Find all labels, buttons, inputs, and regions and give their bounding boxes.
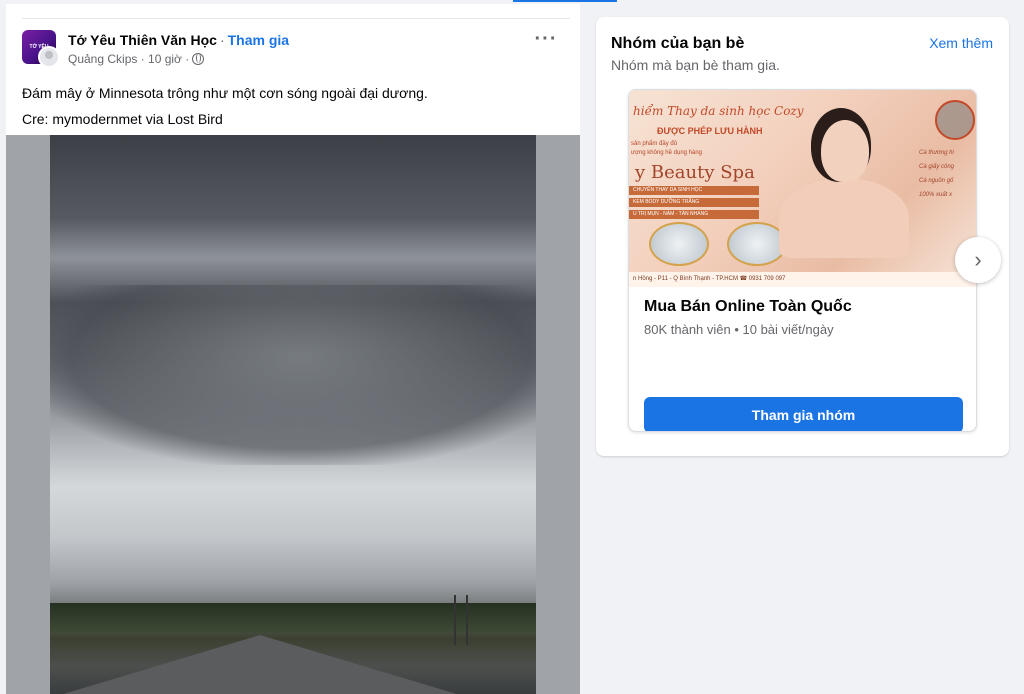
panel-title: Nhóm của bạn bè xyxy=(611,35,745,52)
join-link[interactable]: Tham gia xyxy=(228,32,289,48)
cover-band: U TRỊ MỤN - NÁM - TÀN NHANG xyxy=(629,210,759,219)
separator-dot: · xyxy=(219,32,225,48)
cover-license: ĐƯỢC PHÉP LƯU HÀNH xyxy=(657,126,763,136)
post-caption: Đám mây ở Minnesota trông như một cơn só… xyxy=(22,80,428,132)
cover-band: KEM BODY DƯỠNG TRẮNG xyxy=(629,198,759,207)
cover-small-lines: sản phẩm đầy đủ ượng không hề dụng hàng xyxy=(631,140,702,158)
post-meta: Quảng Ckips · 10 giờ · xyxy=(68,52,205,66)
cover-band: CHUYÊN THAY DA SINH HỌC xyxy=(629,186,759,195)
join-group-button[interactable]: Tham gia nhóm xyxy=(644,397,963,431)
post-divider xyxy=(22,18,570,19)
group-card[interactable]: hiểm Thay da sinh học Cozy ĐƯỢC PHÉP LƯU… xyxy=(628,89,977,432)
group-meta: 80K thành viên • 10 bài viết/ngày xyxy=(644,322,834,337)
group-cover-image[interactable]: hiểm Thay da sinh học Cozy ĐƯỢC PHÉP LƯU… xyxy=(629,90,976,287)
treeline xyxy=(50,603,536,633)
power-pole xyxy=(454,595,456,645)
cover-bullet: Cà thương hi xyxy=(919,150,954,156)
more-options-icon[interactable]: ··· xyxy=(534,29,558,54)
see-more-link[interactable]: Xem thêm xyxy=(929,35,993,51)
active-tab-indicator xyxy=(513,0,617,2)
model-figure xyxy=(779,178,909,258)
cover-bullet: Cà nguồn gố xyxy=(919,178,954,184)
post-header: Tớ Yêu Thiên Văn Học · Tham gia xyxy=(68,32,289,48)
road xyxy=(60,635,460,694)
model-face xyxy=(821,120,869,182)
page-avatar[interactable]: TỚ YÊU xyxy=(22,30,60,68)
power-pole xyxy=(466,595,468,645)
cover-small-line: sản phẩm đầy đủ xyxy=(631,141,678,147)
globe-icon xyxy=(192,53,205,65)
chevron-right-icon[interactable]: › xyxy=(955,237,1001,283)
seal-logo xyxy=(935,100,975,140)
page-name-link[interactable]: Tớ Yêu Thiên Văn Học xyxy=(68,32,217,48)
caption-line: Đám mây ở Minnesota trông như một cơn só… xyxy=(22,85,428,101)
cover-bullets: Cà thương hi Cà giấy công Cà nguồn gố 10… xyxy=(919,146,954,202)
post-media[interactable] xyxy=(6,135,580,694)
post-photo[interactable] xyxy=(50,135,536,694)
cover-script: hiểm Thay da sinh học Cozy xyxy=(633,104,804,118)
product-jar xyxy=(727,222,787,266)
cover-small-line: ượng không hề dụng hàng xyxy=(631,150,703,156)
user-avatar-icon xyxy=(38,46,60,68)
group-name[interactable]: Mua Bán Online Toàn Quốc xyxy=(644,298,852,316)
caption-credit: Cre: mymodernmet via Lost Bird xyxy=(22,111,223,127)
post-meta-text[interactable]: Quảng Ckips · 10 giờ · xyxy=(68,52,189,66)
cover-bullet: Cà giấy công xyxy=(919,164,955,170)
product-jar xyxy=(649,222,709,266)
cover-footer: n Hồng - P11 - Q Bình Thạnh - TP.HCM ☎ 0… xyxy=(629,272,976,287)
cover-spa-name: y Beauty Spa xyxy=(635,162,755,183)
panel-subtitle: Nhóm mà bạn bè tham gia. xyxy=(611,57,780,73)
friends-groups-panel: Nhóm của bạn bè Xem thêm Nhóm mà bạn bè … xyxy=(596,17,1009,456)
cloud-wave xyxy=(50,285,536,465)
feed-post: TỚ YÊU Tớ Yêu Thiên Văn Học · Tham gia Quả… xyxy=(6,4,580,694)
cover-bullet: 100% xuất x xyxy=(919,192,953,198)
